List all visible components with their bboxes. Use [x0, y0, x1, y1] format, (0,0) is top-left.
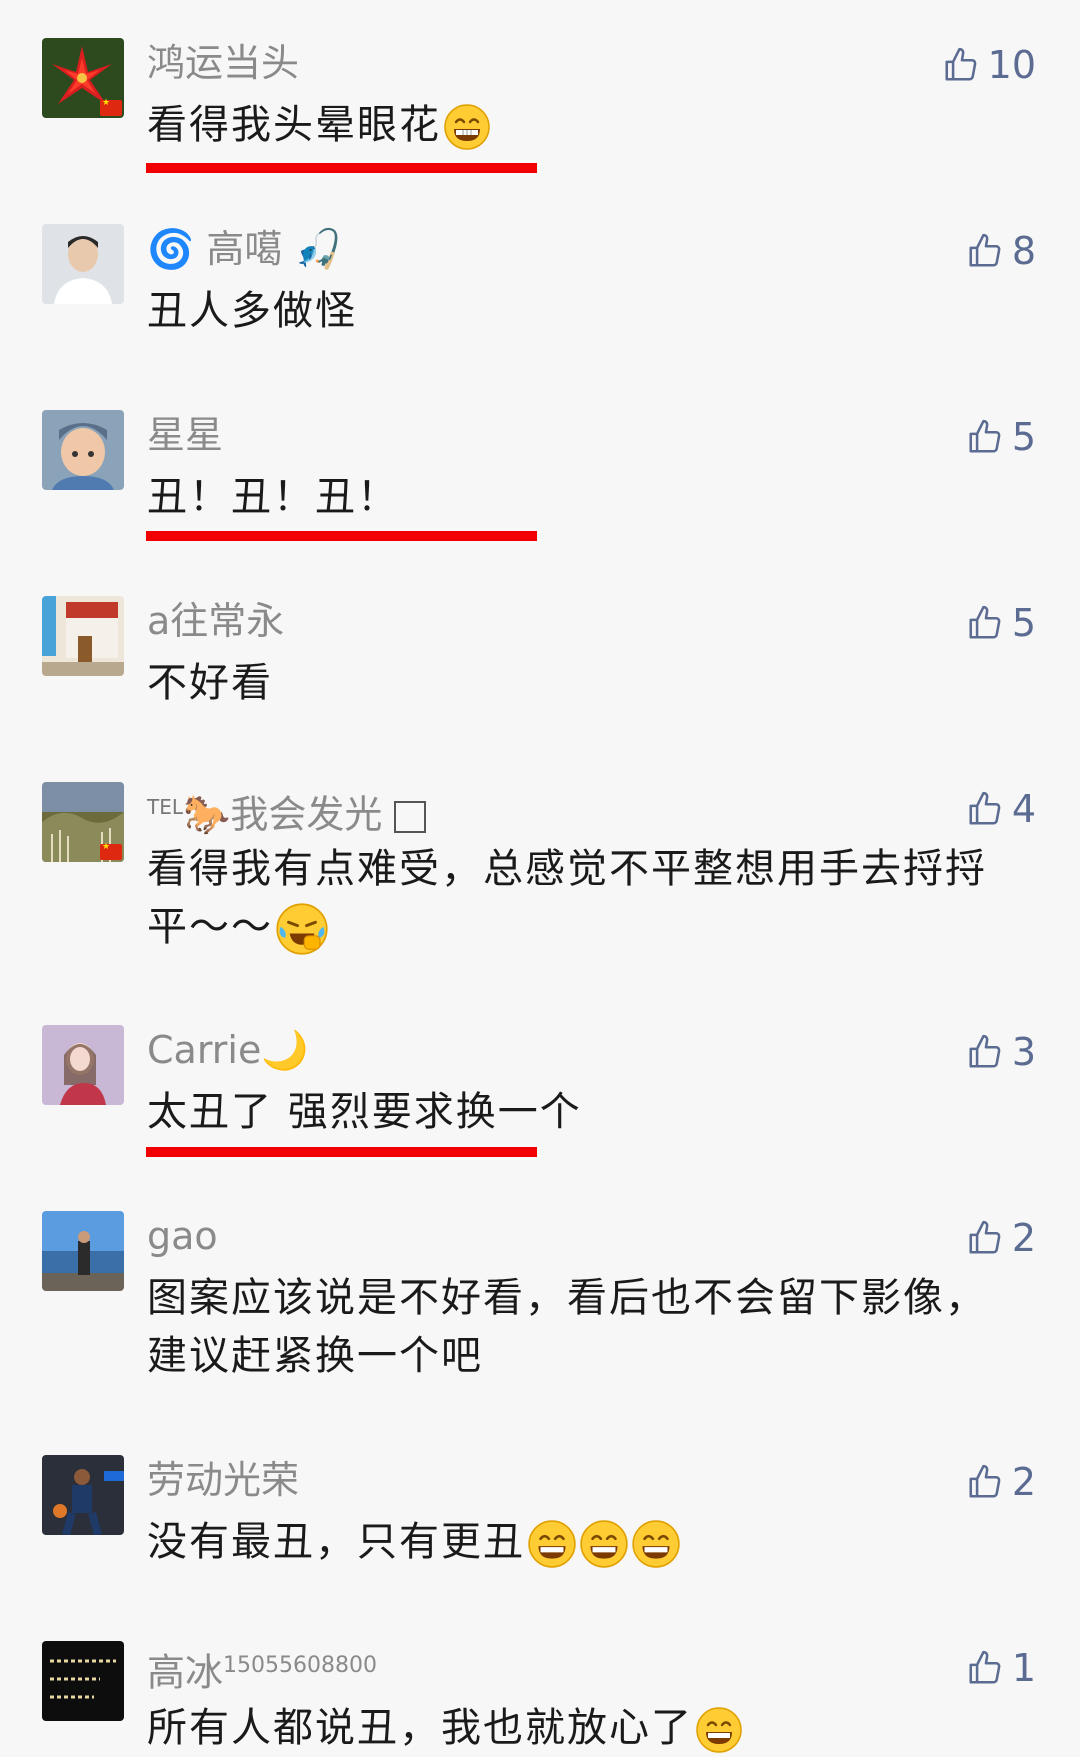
spiral-emoji-icon: 🌀 [147, 227, 195, 271]
username[interactable]: TEL🐎我会发光 [147, 782, 427, 840]
like-button[interactable]: 1 [966, 1643, 1036, 1693]
avatar[interactable] [42, 38, 124, 118]
avatar[interactable] [42, 410, 124, 490]
like-button[interactable]: 2 [966, 1213, 1036, 1263]
username[interactable]: 🌀 高噶 🎣 [147, 224, 342, 274]
grin-emoji-icon [696, 1707, 742, 1753]
thumbs-up-icon [969, 791, 1001, 825]
horse-emoji-icon: 🐎 [183, 792, 231, 837]
red-underline [146, 1147, 537, 1157]
like-count: 4 [1011, 787, 1036, 831]
laugh-cry-emoji-icon [276, 903, 328, 955]
username[interactable]: Carrie🌙 [147, 1025, 309, 1075]
comment-text: 太丑了 强烈要求换一个 [147, 1089, 582, 1135]
avatar[interactable] [42, 596, 124, 676]
like-button[interactable]: 8 [966, 226, 1036, 276]
like-button[interactable]: 5 [966, 598, 1036, 648]
avatar[interactable] [42, 1211, 124, 1291]
like-count: 3 [1011, 1030, 1036, 1074]
like-button[interactable]: 5 [966, 412, 1036, 462]
china-flag-icon [100, 842, 122, 860]
grin-emoji-icon [580, 1520, 628, 1568]
grin-emoji-icon [444, 104, 490, 150]
comment-text: 看得我头晕眼花 [147, 96, 1027, 154]
like-count: 5 [1011, 601, 1036, 645]
username[interactable]: a往常永 [147, 596, 284, 646]
comment-text: 不好看 [147, 660, 273, 706]
thumbs-up-icon [969, 233, 1001, 267]
like-count: 8 [1011, 229, 1036, 273]
crescent-moon-icon: 🌙 [261, 1028, 309, 1072]
comment-text: 看得我有点难受，总感觉不平整想用手去捋捋平～～ [147, 840, 1027, 956]
username[interactable]: 鸿运当头 [147, 38, 299, 88]
username[interactable]: 高冰15055608800 [147, 1641, 377, 1698]
avatar[interactable] [42, 782, 124, 862]
thumbs-up-icon [969, 419, 1001, 453]
avatar[interactable] [42, 1455, 124, 1535]
like-button[interactable]: 3 [966, 1027, 1036, 1077]
like-count: 5 [1011, 415, 1036, 459]
thumbs-up-icon [969, 1034, 1001, 1068]
avatar[interactable] [42, 1025, 124, 1105]
like-button[interactable]: 2 [966, 1457, 1036, 1507]
fishing-emoji-icon: 🎣 [294, 227, 342, 271]
thumbs-up-icon [969, 605, 1001, 639]
thumbs-up-icon [969, 1464, 1001, 1498]
red-underline [146, 531, 537, 541]
username[interactable]: 星星 [147, 410, 223, 460]
comment-text: 所有人都说丑，我也就放心了 [147, 1699, 1027, 1757]
thumbs-up-icon [969, 1220, 1001, 1254]
like-count: 2 [1011, 1216, 1036, 1260]
china-flag-icon [100, 98, 122, 116]
like-count: 10 [987, 43, 1036, 87]
username[interactable]: gao [147, 1211, 218, 1261]
red-underline [146, 163, 537, 173]
comment-text: 丑人多做怪 [147, 288, 357, 334]
like-button[interactable]: 4 [966, 784, 1036, 834]
grin-emoji-icon [528, 1520, 576, 1568]
like-button[interactable]: 10 [942, 40, 1036, 90]
comment-text: 没有最丑，只有更丑 [147, 1513, 1027, 1571]
thumbs-up-icon [969, 1650, 1001, 1684]
comment-text: 丑！丑！丑！ [147, 474, 399, 520]
avatar[interactable] [42, 224, 124, 304]
like-count: 1 [1011, 1646, 1036, 1690]
square-icon [394, 801, 427, 834]
comment-text: 图案应该说是不好看，看后也不会留下影像，建议赶紧换一个吧 [147, 1275, 987, 1379]
thumbs-up-icon [945, 47, 977, 81]
grin-emoji-icon [632, 1520, 680, 1568]
username[interactable]: 劳动光荣 [147, 1455, 299, 1505]
avatar[interactable] [42, 1641, 124, 1721]
like-count: 2 [1011, 1460, 1036, 1504]
